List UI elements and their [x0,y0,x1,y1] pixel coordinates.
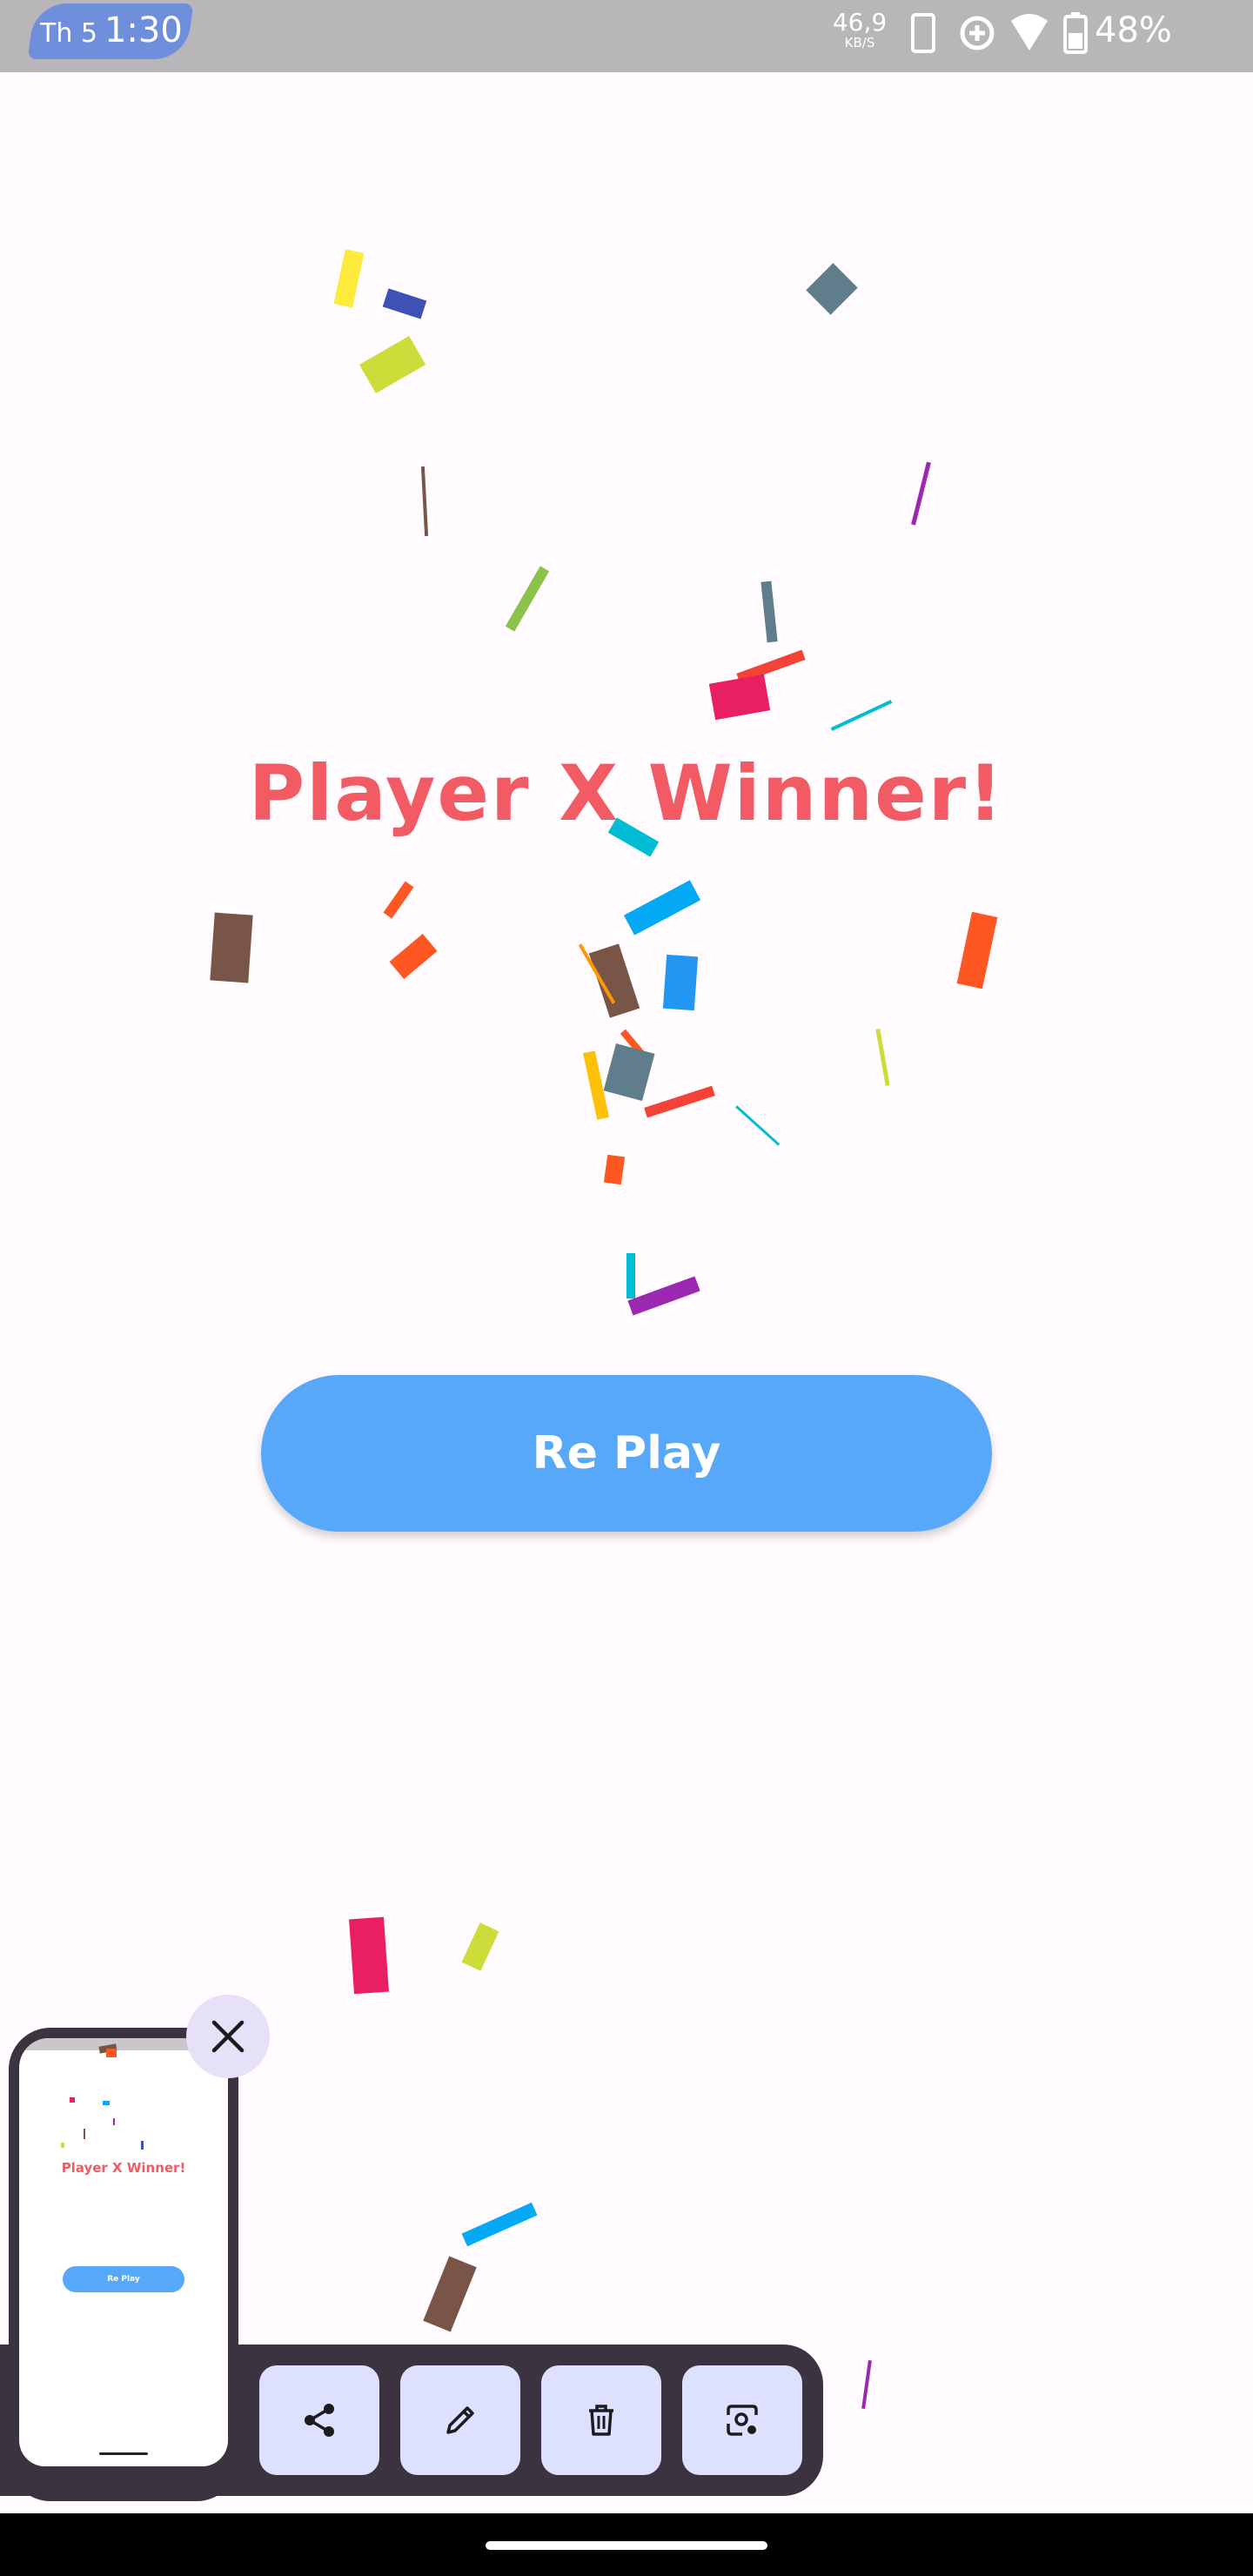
app-screen: Th 5 1:30 46,9 KB/S 48% Player X Winner!… [0,0,1253,2576]
confetti-piece [735,1105,781,1146]
confetti-piece [578,943,616,1004]
confetti-piece [875,1028,890,1086]
confetti-piece [61,2143,64,2148]
confetti-piece [761,580,778,643]
confetti-piece [627,1276,700,1316]
confetti-piece [708,674,771,721]
confetti-piece [461,1922,499,1971]
confetti-piece [210,912,253,983]
share-button[interactable] [259,2365,379,2475]
home-gesture-handle[interactable] [486,2541,767,2550]
confetti-piece [113,2118,115,2125]
confetti-piece [349,1916,389,1995]
confetti-piece [911,461,931,526]
edit-icon [446,2406,474,2434]
share-icon [305,2404,334,2437]
delete-button[interactable] [541,2365,661,2475]
close-icon [211,2020,245,2053]
edit-button[interactable] [400,2365,520,2475]
thumbnail-replay-button: Re Play [63,2266,184,2292]
confetti-piece [420,466,429,537]
status-day: Th 5 [40,18,97,49]
thumbnail-nav-handle [99,2452,148,2455]
confetti-piece [103,2101,110,2105]
confetti-piece [461,2202,538,2247]
winner-title: Player X Winner! [248,748,1005,838]
confetti-piece [70,2097,75,2103]
dismiss-screenshot-button[interactable] [186,1995,270,2078]
status-bar: Th 5 1:30 46,9 KB/S 48% [0,0,1253,72]
battery-icon [1063,12,1088,54]
confetti-piece [389,933,438,980]
confetti-piece [84,2129,85,2139]
wifi-icon [1011,14,1048,50]
confetti-piece [620,1029,651,1063]
battery-percent: 48% [1095,10,1172,50]
thumbnail-confetti [61,2043,144,2150]
navigation-bar [0,2513,1253,2576]
replay-button[interactable]: Re Play [261,1375,992,1532]
delete-icon [589,2405,613,2436]
thumbnail-navbar [19,2449,228,2466]
confetti-piece [861,2359,872,2410]
thumbnail-replay-label: Re Play [107,2275,140,2284]
confetti-piece [956,911,998,989]
lens-icon [727,2405,758,2436]
confetti-piece [382,288,427,319]
confetti-piece [603,1043,655,1101]
phone-icon [911,13,935,53]
confetti-piece [806,263,858,315]
network-speed-value: 46,9 [832,8,888,37]
confetti-piece [106,2049,117,2057]
network-speed: 46,9 KB/S [832,10,888,50]
status-time: 1:30 [104,10,183,50]
confetti-piece [736,649,806,684]
screenshot-thumbnail[interactable]: Player X Winner! Re Play [19,2038,228,2466]
confetti-piece [588,943,640,1018]
confetti-piece [583,1050,609,1120]
clock: Th 5 1:30 [40,10,183,56]
confetti-piece [383,881,414,919]
replay-label: Re Play [532,1427,721,1479]
confetti-piece [505,566,550,632]
thumbnail-title: Player X Winner! [61,2160,186,2176]
lens-button[interactable] [682,2365,802,2475]
confetti-piece [333,249,365,308]
data-saver-icon [960,16,995,50]
confetti-piece [358,336,426,393]
confetti-piece [626,1253,635,1298]
confetti-piece [830,700,893,731]
confetti-piece [423,2256,477,2332]
confetti-piece [141,2141,144,2150]
confetti-piece [644,1085,715,1118]
confetti-piece [662,954,699,1011]
confetti-piece [623,880,701,936]
network-speed-unit: KB/S [844,35,875,50]
confetti-piece [603,1154,626,1185]
